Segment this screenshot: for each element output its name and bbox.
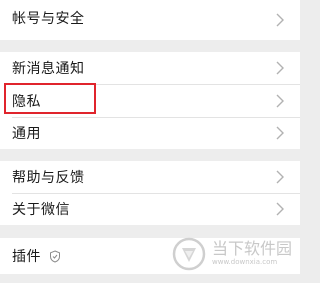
watermark: 当下软件园 www.downxia.com — [172, 235, 292, 275]
chevron-right-icon — [276, 61, 284, 75]
settings-item-help-feedback[interactable]: 帮助与反馈 — [0, 161, 300, 193]
settings-group-help: 帮助与反馈 关于微信 — [0, 161, 300, 225]
settings-item-label: 帮助与反馈 — [12, 170, 85, 186]
watermark-text: 当下软件园 — [212, 239, 293, 258]
settings-item-about-wechat[interactable]: 关于微信 — [0, 193, 300, 225]
settings-item-account-security[interactable]: 帐号与安全 — [0, 0, 300, 40]
settings-item-label: 通用 — [12, 126, 41, 142]
chevron-right-icon — [276, 13, 284, 27]
privacy-highlight-box — [4, 83, 96, 114]
chevron-right-icon — [276, 202, 284, 216]
settings-item-new-message-notification[interactable]: 新消息通知 — [0, 52, 300, 84]
watermark-url: www.downxia.com — [212, 258, 278, 266]
settings-item-label: 帐号与安全 — [12, 11, 85, 27]
settings-item-general[interactable]: 通用 — [0, 117, 300, 149]
downxia-logo-icon — [172, 237, 206, 271]
shield-icon — [50, 249, 60, 263]
chevron-right-icon — [276, 94, 284, 107]
chevron-right-icon — [276, 170, 284, 184]
settings-item-label: 关于微信 — [12, 202, 70, 218]
settings-item-label: 插件 — [12, 249, 41, 265]
settings-item-label: 新消息通知 — [12, 61, 85, 77]
chevron-right-icon — [276, 126, 284, 140]
settings-group-account: 帐号与安全 — [0, 0, 300, 40]
